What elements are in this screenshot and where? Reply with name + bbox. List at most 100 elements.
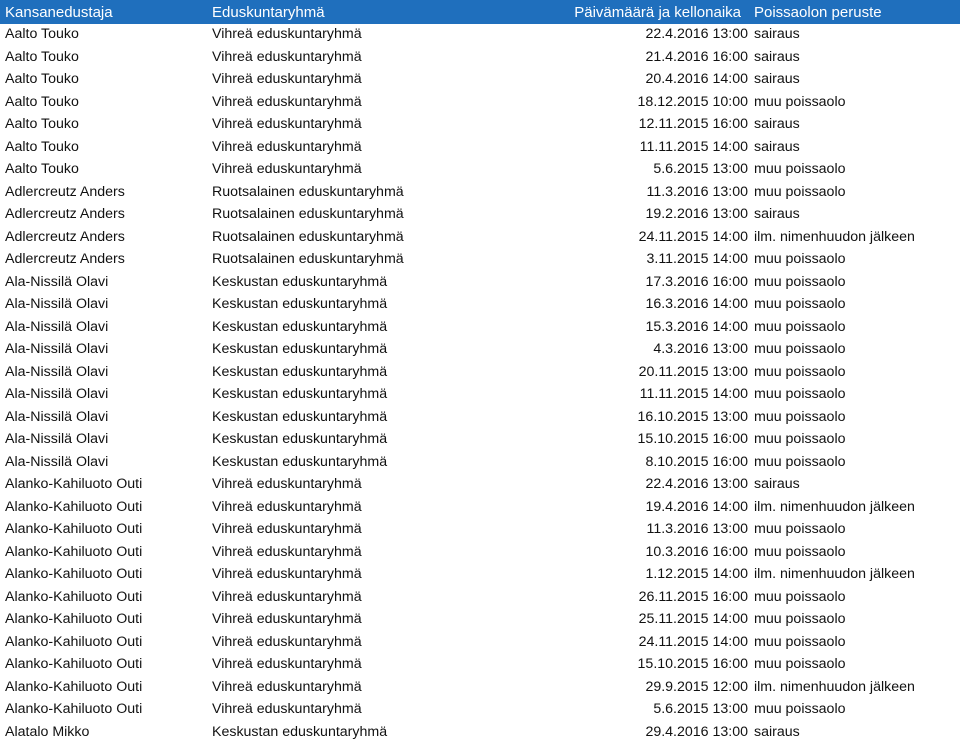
cell-representative: Ala-Nissilä Olavi (5, 386, 109, 402)
table-row: Ala-Nissilä Olavi Keskustan eduskuntaryhm… (0, 339, 960, 361)
cell-group: Vihreä eduskuntaryhmä (212, 116, 362, 132)
cell-group: Vihreä eduskuntaryhmä (212, 138, 362, 155)
column-header-reason: Poissaolon peruste (754, 3, 882, 21)
table-row: Aalto Touko Vihreä eduskuntaryhmä 20.4.201… (0, 69, 960, 91)
cell-group: Vihreä eduskuntaryhmä (212, 476, 362, 492)
cell-datetime: 24.11.2015 14:00 (638, 633, 748, 650)
cell-datetime: 12.11.2015 16:00 (638, 116, 748, 132)
cell-datetime: 26.11.2015 16:00 (638, 588, 748, 605)
cell-representative: Ala-Nissilä Olavi (5, 341, 109, 357)
table-row: Ala-Nissilä Olavi Keskustan eduskuntaryhm… (0, 451, 960, 474)
cell-representative: Alanko-Kahiluoto Outi (5, 611, 143, 627)
cell-reason: muu poissaolo (754, 318, 846, 335)
cell-datetime: 4.3.2016 13:00 (653, 341, 748, 357)
cell-group: Vihreä eduskuntaryhmä (212, 521, 362, 537)
cell-representative: Aalto Touko (5, 71, 79, 87)
cell-group: Keskustan eduskuntaryhmä (212, 318, 388, 335)
cell-group: Ruotsalainen eduskuntaryhmä (212, 206, 404, 222)
cell-reason: muu poissaolo (754, 588, 846, 605)
table-row: Alanko-Kahiluoto Outi Vihreä eduskuntaryh… (0, 541, 960, 564)
cell-representative: Alanko-Kahiluoto Outi (5, 701, 143, 717)
cell-reason: sairaus (754, 723, 800, 740)
cell-datetime: 11.11.2015 14:00 (639, 138, 748, 155)
cell-group: Vihreä eduskuntaryhmä (212, 71, 362, 87)
cell-group: Keskustan eduskuntaryhmä (212, 453, 388, 470)
cell-reason: ilm. nimenhuudon jälkeen (754, 498, 915, 515)
table-row: Adlercreutz Anders Ruotsalainen eduskunta… (0, 226, 960, 249)
header-row: Kansanedustaja Eduskuntaryhmä Päivämäärä… (0, 0, 960, 24)
cell-datetime: 29.9.2015 12:00 (645, 678, 748, 695)
cell-reason: muu poissaolo (754, 386, 846, 402)
cell-group: Ruotsalainen eduskuntaryhmä (212, 228, 404, 245)
cell-representative: Ala-Nissilä Olavi (5, 363, 109, 380)
table-row: Adlercreutz Anders Ruotsalainen eduskunta… (0, 204, 960, 226)
cell-reason: sairaus (754, 26, 800, 42)
cell-datetime: 15.10.2015 16:00 (637, 656, 748, 672)
cell-datetime: 5.6.2015 13:00 (653, 701, 748, 717)
cell-group: Keskustan eduskuntaryhmä (212, 386, 388, 402)
cell-group: Keskustan eduskuntaryhmä (212, 341, 388, 357)
cell-datetime: 11.3.2016 13:00 (646, 521, 748, 537)
table-row: Alanko-Kahiluoto Outi Vihreä eduskuntaryh… (0, 654, 960, 676)
column-header-datetime: Päivämäärä ja kellonaika (574, 3, 741, 21)
cell-group: Vihreä eduskuntaryhmä (212, 633, 362, 650)
cell-reason: ilm. nimenhuudon jälkeen (754, 228, 915, 245)
cell-reason: muu poissaolo (754, 273, 846, 290)
cell-representative: Alanko-Kahiluoto Outi (5, 633, 143, 650)
cell-representative: Adlercreutz Anders (5, 206, 125, 222)
cell-group: Ruotsalainen eduskuntaryhmä (212, 251, 404, 267)
cell-group: Vihreä eduskuntaryhmä (212, 588, 362, 605)
cell-reason: sairaus (754, 476, 800, 492)
cell-datetime: 19.2.2016 13:00 (645, 206, 748, 222)
cell-datetime: 11.3.2016 13:00 (646, 183, 748, 200)
cell-representative: Aalto Touko (5, 116, 79, 132)
cell-representative: Ala-Nissilä Olavi (5, 431, 109, 447)
cell-reason: muu poissaolo (754, 431, 846, 447)
cell-representative: Alanko-Kahiluoto Outi (5, 678, 143, 695)
cell-representative: Aalto Touko (5, 93, 79, 110)
cell-reason: ilm. nimenhuudon jälkeen (754, 678, 915, 695)
table-row: Ala-Nissilä Olavi Keskustan eduskuntaryhm… (0, 429, 960, 451)
table-row: Aalto Touko Vihreä eduskuntaryhmä 5.6.2015… (0, 159, 960, 181)
absence-table: Kansanedustaja Eduskuntaryhmä Päivämäärä… (0, 0, 960, 744)
table-row: Aalto Touko Vihreä eduskuntaryhmä 12.11.20… (0, 114, 960, 136)
cell-group: Vihreä eduskuntaryhmä (212, 543, 362, 560)
table-body: Aalto Touko Vihreä eduskuntaryhmä 22.4.201… (0, 24, 960, 744)
table-row: Alanko-Kahiluoto Outi Vihreä eduskuntaryh… (0, 676, 960, 699)
cell-representative: Alanko-Kahiluoto Outi (5, 476, 143, 492)
cell-reason: sairaus (754, 116, 800, 132)
cell-reason: muu poissaolo (754, 633, 846, 650)
cell-reason: muu poissaolo (754, 183, 846, 200)
table-row: Alanko-Kahiluoto Outi Vihreä eduskuntaryh… (0, 609, 960, 631)
cell-datetime: 10.3.2016 16:00 (645, 543, 748, 560)
cell-representative: Ala-Nissilä Olavi (5, 296, 109, 312)
table-row: Alanko-Kahiluoto Outi Vihreä eduskuntaryh… (0, 699, 960, 721)
cell-datetime: 18.12.2015 10:00 (637, 93, 748, 110)
cell-datetime: 17.3.2016 16:00 (645, 273, 748, 290)
cell-reason: muu poissaolo (754, 543, 846, 560)
table-row: Aalto Touko Vihreä eduskuntaryhmä 22.4.201… (0, 24, 960, 46)
cell-reason: sairaus (754, 48, 800, 65)
table-row: Alanko-Kahiluoto Outi Vihreä eduskuntaryh… (0, 586, 960, 609)
cell-representative: Alanko-Kahiluoto Outi (5, 656, 143, 672)
cell-datetime: 16.3.2016 14:00 (645, 296, 748, 312)
table-row: Ala-Nissilä Olavi Keskustan eduskuntaryhm… (0, 271, 960, 294)
cell-representative: Alanko-Kahiluoto Outi (5, 566, 143, 582)
cell-reason: muu poissaolo (754, 251, 846, 267)
table-row: Alanko-Kahiluoto Outi Vihreä eduskuntaryh… (0, 519, 960, 541)
cell-representative: Aalto Touko (5, 161, 79, 177)
cell-datetime: 29.4.2016 13:00 (645, 723, 748, 740)
cell-representative: Ala-Nissilä Olavi (5, 318, 109, 335)
cell-representative: Alanko-Kahiluoto Outi (5, 543, 143, 560)
cell-datetime: 15.10.2015 16:00 (637, 431, 748, 447)
cell-group: Vihreä eduskuntaryhmä (212, 701, 362, 717)
cell-datetime: 3.11.2015 14:00 (646, 251, 748, 267)
cell-datetime: 11.11.2015 14:00 (639, 386, 748, 402)
cell-reason: muu poissaolo (754, 93, 846, 110)
cell-group: Keskustan eduskuntaryhmä (212, 723, 388, 740)
cell-reason: muu poissaolo (754, 161, 846, 177)
cell-group: Keskustan eduskuntaryhmä (212, 273, 388, 290)
table-row: Adlercreutz Anders Ruotsalainen eduskunta… (0, 249, 960, 271)
cell-reason: ilm. nimenhuudon jälkeen (754, 566, 915, 582)
cell-datetime: 25.11.2015 14:00 (638, 611, 748, 627)
